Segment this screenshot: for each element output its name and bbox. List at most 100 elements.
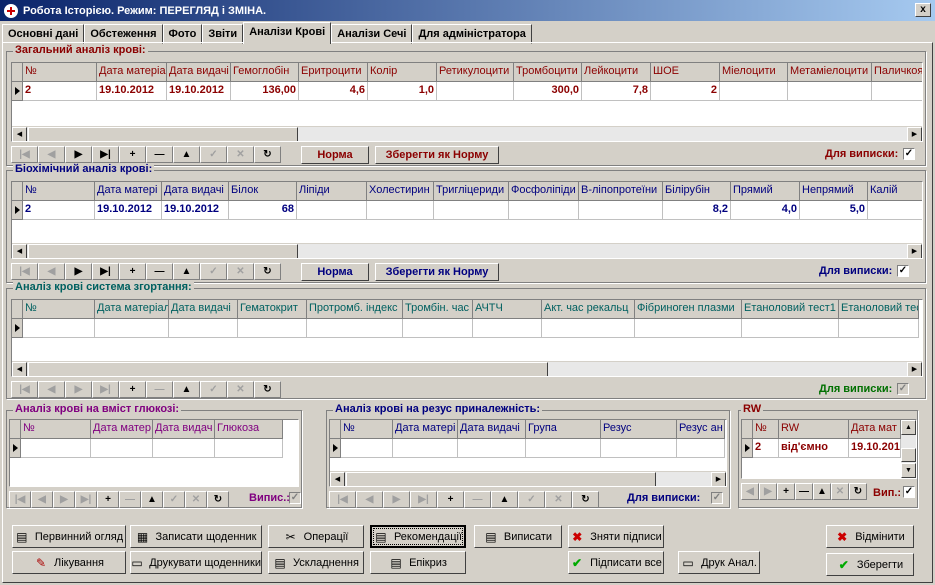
last-record-icon[interactable]: ▶| (75, 491, 97, 508)
col-header[interactable]: Група (526, 420, 601, 439)
col-header[interactable]: Ліпіди (297, 182, 367, 201)
refresh-icon[interactable]: ↻ (254, 263, 281, 280)
col-header[interactable]: Непрямий (800, 182, 868, 201)
scroll-left-icon[interactable]: ◀ (330, 472, 345, 486)
post-record-icon[interactable]: ✓ (200, 381, 227, 398)
col-header[interactable]: Дата матеріал (95, 300, 169, 319)
scroll-right-icon[interactable]: ▶ (907, 127, 922, 141)
refresh-icon[interactable]: ↻ (572, 491, 599, 508)
vertical-scrollbar[interactable]: ▲ ▼ (901, 420, 916, 478)
tab-admin[interactable]: Для адміністратора (412, 24, 532, 44)
col-header[interactable]: Білок (229, 182, 297, 201)
first-record-icon[interactable]: |◀ (11, 263, 38, 280)
col-header[interactable]: Дата видачі (167, 63, 231, 82)
tab-reports[interactable]: Звіти (202, 24, 244, 44)
discharge-button[interactable]: ▤ Виписати (474, 525, 562, 548)
next-record-icon[interactable]: ▶ (65, 146, 92, 163)
edit-record-icon[interactable]: ▲ (813, 483, 831, 500)
scroll-left-icon[interactable]: ◀ (12, 362, 27, 376)
edit-record-icon[interactable]: ▲ (141, 491, 163, 508)
col-header[interactable]: Еритроцити (299, 63, 368, 82)
insert-record-icon[interactable]: + (119, 381, 146, 398)
post-record-icon[interactable]: ✓ (200, 263, 227, 280)
biochem-grid[interactable]: № Дата матері Дата видачі Білок Ліпіди Х… (11, 181, 923, 259)
prev-record-icon[interactable]: ◀ (741, 483, 759, 500)
table-row[interactable]: 2 19.10.2012 19.10.2012 136,00 4,6 1,0 3… (12, 82, 922, 101)
scroll-thumb[interactable] (28, 127, 298, 141)
post-record-icon[interactable]: ✓ (518, 491, 545, 508)
col-header[interactable]: Дата матері (393, 420, 458, 439)
col-header[interactable]: Тромбоцити (514, 63, 582, 82)
col-header[interactable]: Ретикулоцити (437, 63, 514, 82)
col-header[interactable]: № (341, 420, 393, 439)
first-record-icon[interactable]: |◀ (11, 146, 38, 163)
extract-checkbox[interactable]: ✓ (897, 265, 909, 277)
refresh-icon[interactable]: ↻ (254, 146, 281, 163)
col-header[interactable]: Тригліцериди (434, 182, 509, 201)
col-header[interactable]: Фібриноген плазми (635, 300, 742, 319)
extract-checkbox[interactable]: ✓ (897, 383, 909, 395)
col-header[interactable]: RW (779, 420, 849, 439)
extract-checkbox[interactable]: ✓ (711, 492, 723, 504)
sign-all-button[interactable]: ✔ Підписати все (568, 551, 664, 574)
operations-button[interactable]: ✂ Операції (268, 525, 364, 548)
col-header[interactable]: № (21, 420, 91, 439)
cancel-record-icon[interactable]: ✕ (227, 146, 254, 163)
table-row[interactable] (10, 439, 283, 458)
table-row[interactable] (12, 319, 919, 338)
write-diary-button[interactable]: ▦ Записати щоденник (130, 525, 262, 548)
col-header[interactable]: Дата матер (91, 420, 153, 439)
col-header[interactable]: Тромбін. час (403, 300, 473, 319)
col-header[interactable]: В-ліпопротеїни (579, 182, 663, 201)
delete-record-icon[interactable]: — (795, 483, 813, 500)
recommendations-button[interactable]: ▤ Рекомендації (370, 525, 466, 548)
col-header[interactable]: Дата видачі (458, 420, 526, 439)
scroll-right-icon[interactable]: ▶ (907, 362, 922, 376)
prev-record-icon[interactable]: ◀ (38, 381, 65, 398)
horizontal-scrollbar[interactable]: ◀ ▶ (12, 361, 922, 376)
refresh-icon[interactable]: ↻ (207, 491, 229, 508)
save-norm-button[interactable]: Зберегти як Норму (375, 263, 499, 281)
scroll-thumb[interactable] (901, 448, 916, 462)
delete-record-icon[interactable]: — (464, 491, 491, 508)
col-header[interactable]: № (23, 300, 95, 319)
norm-button[interactable]: Норма (301, 263, 369, 281)
first-record-icon[interactable]: |◀ (329, 491, 356, 508)
print-analyses-button[interactable]: ▭ Друк Анал. (678, 551, 760, 574)
col-header[interactable]: № (23, 182, 95, 201)
col-header[interactable]: АЧТЧ (473, 300, 542, 319)
col-header[interactable]: Лейкоцити (582, 63, 651, 82)
scroll-thumb[interactable] (28, 244, 298, 258)
col-header[interactable]: Колір (368, 63, 437, 82)
col-header[interactable]: Резус (601, 420, 677, 439)
col-header[interactable]: № (23, 63, 97, 82)
horizontal-scrollbar[interactable]: ◀ ▶ (12, 243, 922, 258)
delete-record-icon[interactable]: — (146, 146, 173, 163)
insert-record-icon[interactable]: + (119, 263, 146, 280)
tab-blood-tests[interactable]: Аналізи Крові (243, 22, 332, 44)
cancel-button[interactable]: ✖ Відмінити (826, 525, 914, 548)
col-header[interactable]: Глюкоза (215, 420, 283, 439)
cancel-record-icon[interactable]: ✕ (227, 381, 254, 398)
next-record-icon[interactable]: ▶ (65, 263, 92, 280)
col-header[interactable]: Білірубін (663, 182, 731, 201)
col-header[interactable]: Міелоцити (720, 63, 788, 82)
save-norm-button[interactable]: Зберегти як Норму (375, 146, 499, 164)
col-header[interactable]: Холестирин (367, 182, 434, 201)
col-header[interactable]: Дата видачі (162, 182, 229, 201)
table-row[interactable]: 2 від'ємно 19.10.201 (742, 439, 901, 458)
edit-record-icon[interactable]: ▲ (491, 491, 518, 508)
insert-record-icon[interactable]: + (119, 146, 146, 163)
prev-record-icon[interactable]: ◀ (38, 263, 65, 280)
tab-main-data[interactable]: Основні дані (2, 24, 85, 44)
insert-record-icon[interactable]: + (437, 491, 464, 508)
rw-grid[interactable]: № RW Дата мат 2 від'ємно 19.10.201 ▲ ▼ (741, 419, 917, 479)
last-record-icon[interactable]: ▶| (92, 381, 119, 398)
next-record-icon[interactable]: ▶ (383, 491, 410, 508)
col-header[interactable]: Метаміелоцити (788, 63, 872, 82)
epicrisis-button[interactable]: ▤ Епікриз (370, 551, 466, 574)
col-header[interactable]: № (753, 420, 779, 439)
col-header[interactable]: Дата матері (95, 182, 162, 201)
col-header[interactable]: Фосфоліпіди (509, 182, 579, 201)
last-record-icon[interactable]: ▶| (92, 263, 119, 280)
